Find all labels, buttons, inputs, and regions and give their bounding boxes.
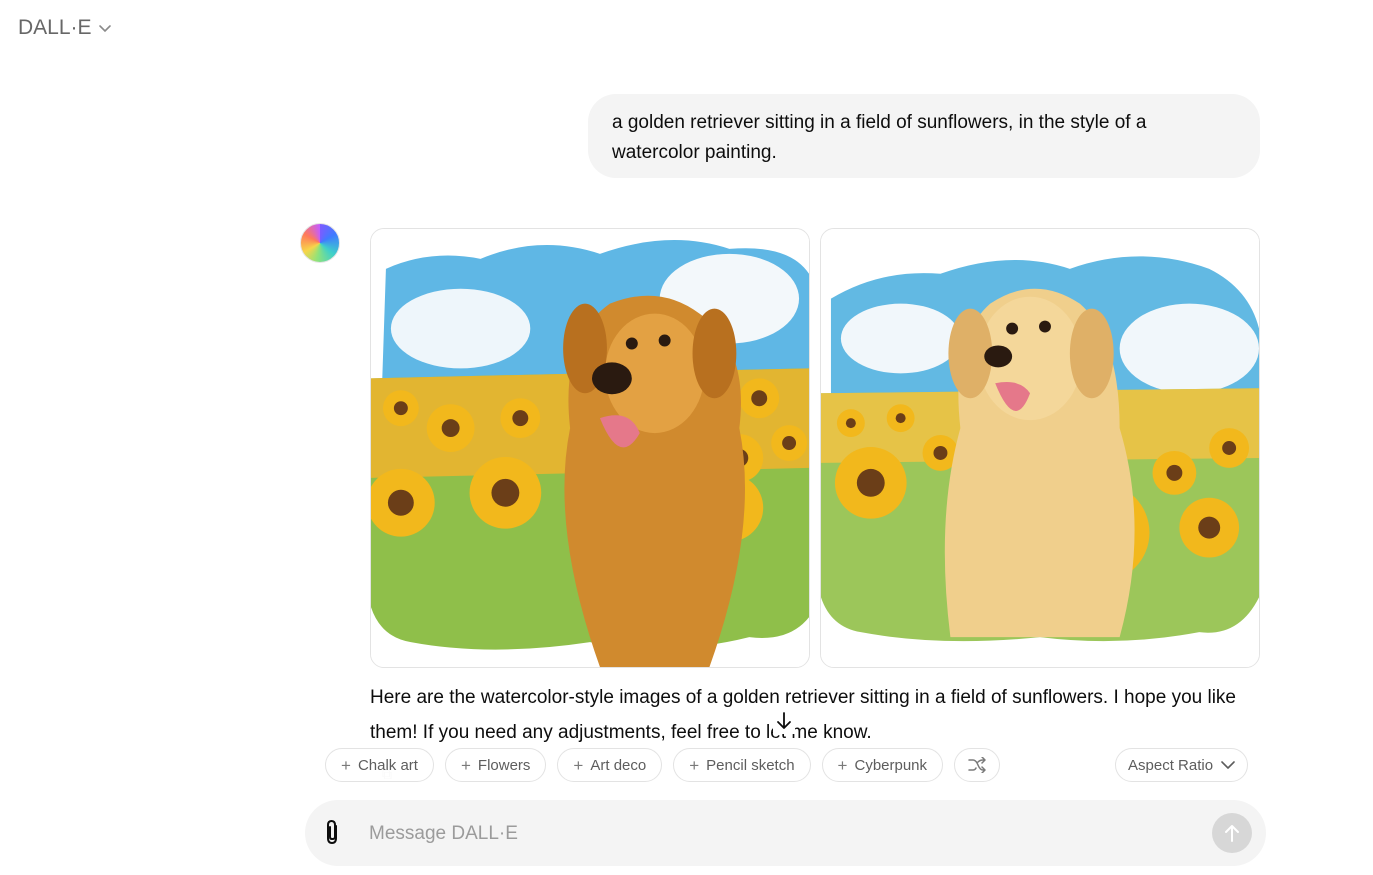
style-chip[interactable]: + Cyberpunk [821, 748, 944, 782]
assistant-reply-text: Here are the watercolor-style images of … [370, 687, 1236, 743]
plus-icon: + [460, 755, 471, 775]
arrow-up-icon [1225, 825, 1239, 842]
message-composer [305, 800, 1266, 866]
chevron-down-icon [1221, 761, 1235, 769]
style-chip-label: Flowers [477, 756, 531, 774]
style-chip-label: Cyberpunk [854, 756, 928, 774]
plus-icon: + [341, 755, 351, 775]
model-selector[interactable]: DALL·E [18, 16, 112, 40]
watercolor-golden-retriever-sunflowers-image [821, 229, 1259, 667]
user-message-text: a golden retriever sitting in a field of… [612, 112, 1147, 163]
watercolor-golden-retriever-sunflowers-image [371, 229, 809, 667]
send-button[interactable] [1212, 813, 1252, 853]
style-chip[interactable]: + Pencil sketch [673, 748, 811, 782]
generated-image-1[interactable] [370, 228, 810, 668]
style-suggestions: + Chalk art + Flowers + Art deco + Penci… [325, 748, 1001, 782]
style-chip[interactable]: + Art deco [557, 748, 663, 782]
user-message: a golden retriever sitting in a field of… [588, 94, 1260, 178]
plus-icon: + [573, 755, 584, 775]
shuffle-styles-button[interactable] [954, 748, 1001, 782]
aspect-ratio-dropdown[interactable]: Aspect Ratio [1115, 748, 1249, 782]
style-chip[interactable]: + Chalk art [325, 748, 434, 782]
model-name: DALL·E [18, 16, 92, 39]
style-chip-label: Art deco [590, 756, 647, 774]
chevron-down-icon [98, 25, 111, 33]
assistant-avatar [300, 223, 340, 263]
plus-icon: + [689, 755, 700, 775]
style-chip-label: Chalk art [357, 756, 418, 774]
paperclip-icon[interactable] [321, 819, 345, 847]
message-input[interactable] [369, 818, 1189, 850]
style-chip-label: Pencil sketch [706, 756, 795, 774]
assistant-reply: Here are the watercolor-style images of … [370, 680, 1260, 750]
shuffle-icon [968, 757, 986, 773]
plus-icon: + [837, 755, 848, 775]
generated-image-2[interactable] [820, 228, 1260, 668]
aspect-ratio-label: Aspect Ratio [1128, 756, 1214, 774]
style-chip[interactable]: + Flowers [444, 748, 547, 782]
arrow-down-icon [777, 712, 791, 729]
scroll-to-bottom-button[interactable] [773, 708, 795, 734]
